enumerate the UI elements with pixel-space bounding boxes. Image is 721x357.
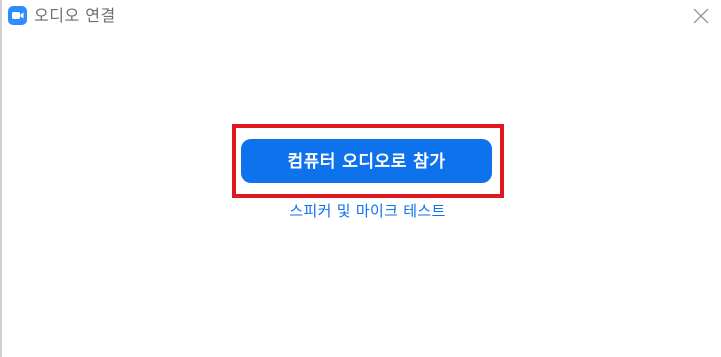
window-title: 오디오 연결 xyxy=(34,6,116,25)
audio-connect-dialog: 오디오 연결 컴퓨터 오디오로 참가 스피커 및 마이크 테스트 xyxy=(0,0,721,357)
join-computer-audio-button[interactable]: 컴퓨터 오디오로 참가 xyxy=(241,139,492,183)
zoom-camera-icon xyxy=(8,6,27,25)
test-speaker-mic-link[interactable]: 스피커 및 마이크 테스트 xyxy=(242,200,493,222)
close-icon[interactable] xyxy=(691,6,711,26)
title-bar: 오디오 연결 xyxy=(2,0,721,34)
